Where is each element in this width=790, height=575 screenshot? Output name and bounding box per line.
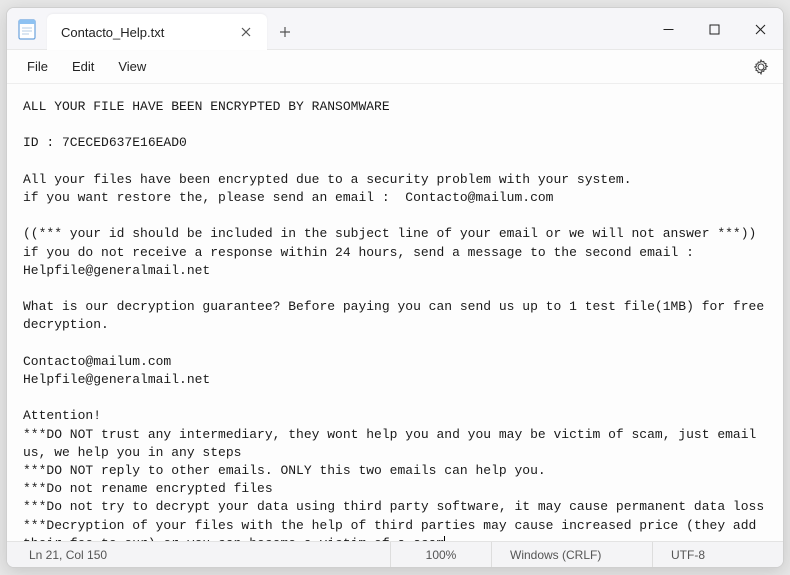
status-line-ending[interactable]: Windows (CRLF) <box>492 542 652 567</box>
statusbar: Ln 21, Col 150 100% Windows (CRLF) UTF-8 <box>7 541 783 567</box>
new-tab-button[interactable] <box>267 14 303 49</box>
menubar: File Edit View <box>7 50 783 84</box>
tab-title: Contacto_Help.txt <box>61 25 235 40</box>
close-window-button[interactable] <box>737 8 783 50</box>
maximize-icon <box>709 24 720 35</box>
status-position[interactable]: Ln 21, Col 150 <box>7 542 390 567</box>
plus-icon <box>279 26 291 38</box>
gear-icon <box>753 59 769 75</box>
text-editor-area[interactable]: ALL YOUR FILE HAVE BEEN ENCRYPTED BY RAN… <box>7 84 783 541</box>
minimize-icon <box>663 24 674 35</box>
document-text: ALL YOUR FILE HAVE BEEN ENCRYPTED BY RAN… <box>23 99 772 541</box>
tab-close-button[interactable] <box>235 21 257 43</box>
close-icon <box>755 24 766 35</box>
settings-button[interactable] <box>747 53 775 81</box>
window-controls <box>645 8 783 49</box>
menu-view[interactable]: View <box>106 54 158 79</box>
notepad-window: Contacto_Help.txt <box>6 7 784 568</box>
menu-file[interactable]: File <box>15 54 60 79</box>
maximize-button[interactable] <box>691 8 737 50</box>
menu-edit[interactable]: Edit <box>60 54 106 79</box>
status-zoom[interactable]: 100% <box>391 542 491 567</box>
app-icon <box>7 8 47 49</box>
status-encoding[interactable]: UTF-8 <box>653 542 783 567</box>
close-icon <box>241 27 251 37</box>
notepad-icon <box>18 18 36 40</box>
tab-active[interactable]: Contacto_Help.txt <box>47 14 267 50</box>
minimize-button[interactable] <box>645 8 691 50</box>
titlebar[interactable]: Contacto_Help.txt <box>7 8 783 50</box>
titlebar-drag-area[interactable] <box>303 8 645 49</box>
text-cursor <box>444 536 445 541</box>
